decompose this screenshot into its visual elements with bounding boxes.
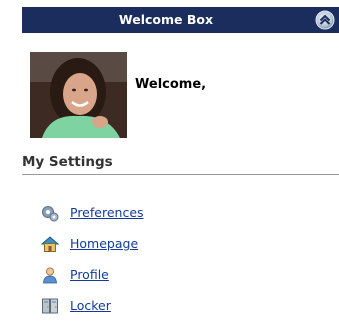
settings-item-locker[interactable]: Locker xyxy=(41,290,144,321)
settings-item-homepage[interactable]: Homepage xyxy=(40,228,144,259)
house-icon xyxy=(40,235,60,253)
welcome-box-header: Welcome Box xyxy=(22,7,339,33)
locker-link[interactable]: Locker xyxy=(70,298,111,313)
welcome-box: Welcome Box Welcome, My Settings Prefere… xyxy=(22,7,339,313)
settings-item-preferences[interactable]: Preferences xyxy=(41,197,144,228)
preferences-link[interactable]: Preferences xyxy=(70,205,144,220)
welcome-text: Welcome, xyxy=(135,77,207,92)
gears-icon xyxy=(41,204,59,222)
settings-list: Preferences Homepage Profile Locker xyxy=(40,197,144,321)
profile-link[interactable]: Profile xyxy=(70,267,109,282)
avatar xyxy=(30,52,127,138)
settings-heading: My Settings xyxy=(22,154,339,175)
welcome-box-title: Welcome Box xyxy=(118,12,214,27)
chevron-up-icon xyxy=(315,10,335,30)
homepage-link[interactable]: Homepage xyxy=(70,236,138,251)
settings-item-profile[interactable]: Profile xyxy=(41,259,144,290)
collapse-button[interactable] xyxy=(315,10,335,30)
user-icon xyxy=(41,266,59,284)
locker-icon xyxy=(41,297,59,315)
user-info: Welcome, xyxy=(30,52,330,138)
